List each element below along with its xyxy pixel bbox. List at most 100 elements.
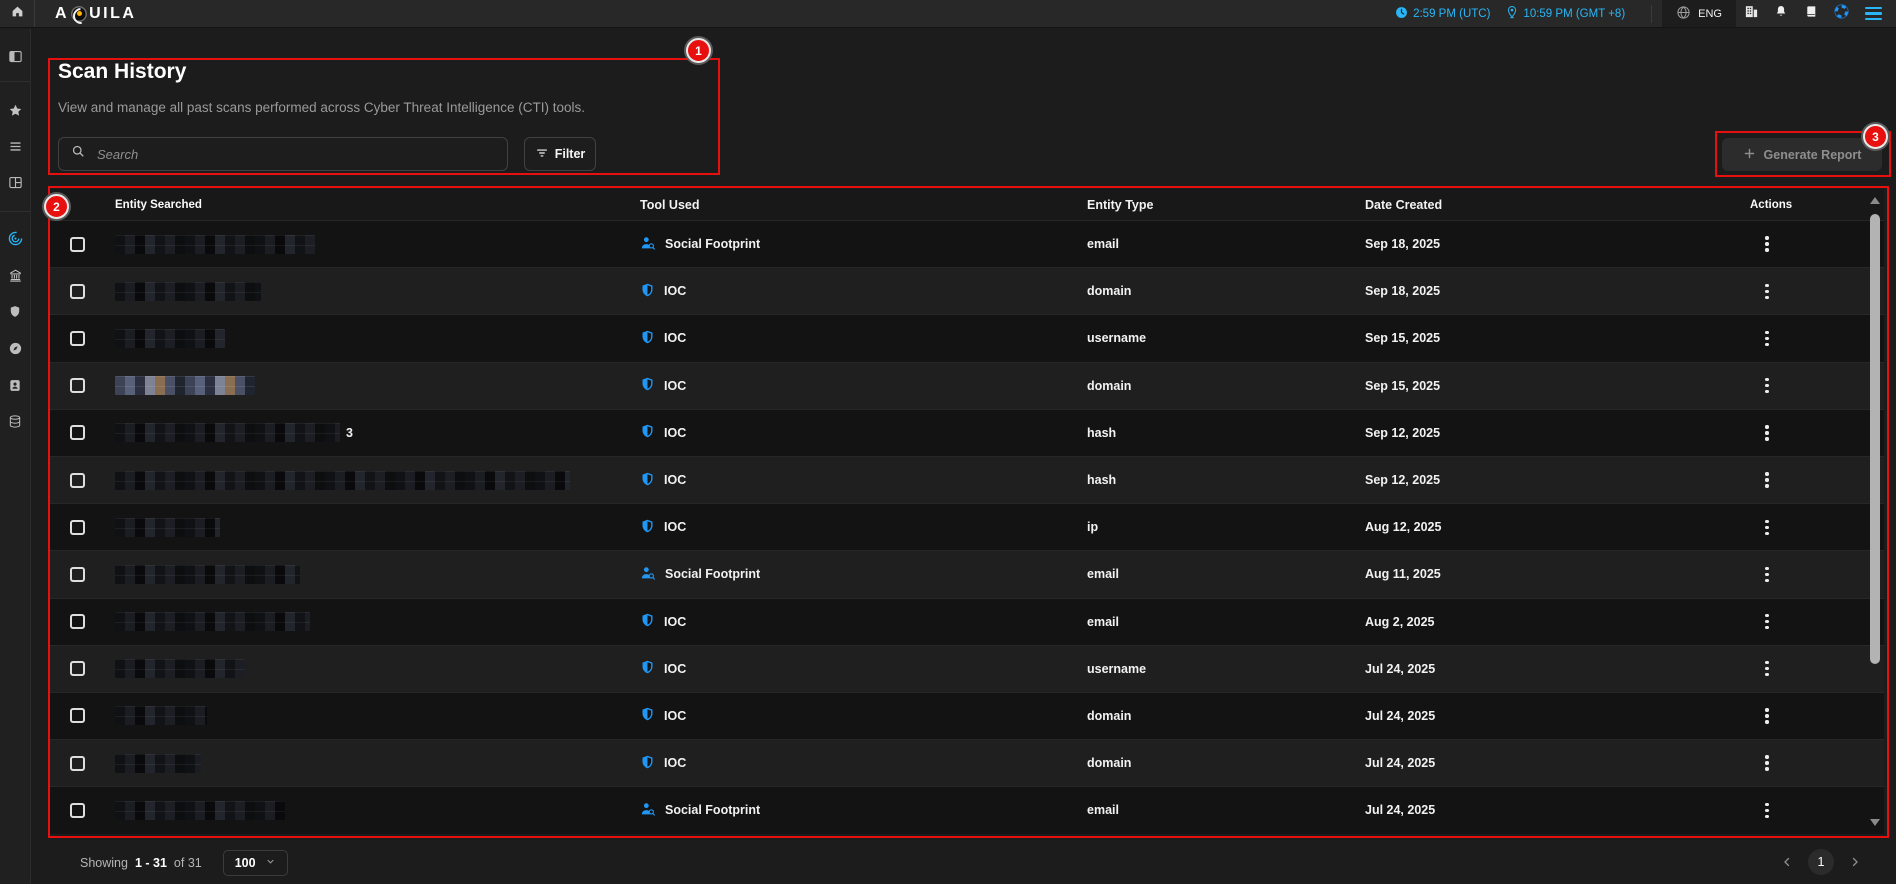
row-actions-kebab[interactable]	[1765, 337, 1768, 340]
table-row[interactable]: IOC username Sep 15, 2025	[50, 314, 1884, 361]
redacted-entity	[115, 612, 310, 631]
generate-report-label: Generate Report	[1764, 148, 1862, 162]
ioc-shield-icon	[640, 376, 655, 395]
table-row[interactable]: IOC domain Sep 15, 2025	[50, 362, 1884, 409]
row-checkbox[interactable]	[70, 708, 85, 723]
support-button[interactable]	[1826, 0, 1856, 27]
table-row[interactable]: IOC domain Jul 24, 2025	[50, 739, 1884, 786]
table-row[interactable]: IOC domain Jul 24, 2025	[50, 692, 1884, 739]
row-actions-kebab[interactable]	[1765, 714, 1768, 717]
redacted-entity	[115, 801, 285, 820]
sidebar-item-panel-toggle[interactable]	[0, 43, 30, 69]
row-actions-kebab[interactable]	[1765, 667, 1768, 670]
sidebar-item-database[interactable]	[0, 408, 30, 434]
table-row[interactable]: IOC username Jul 24, 2025	[50, 645, 1884, 692]
globe-icon	[1676, 5, 1691, 23]
search-bar[interactable]	[58, 137, 508, 171]
sidebar-item-compass[interactable]	[0, 335, 30, 361]
redacted-entity	[115, 659, 245, 678]
search-input[interactable]	[95, 146, 495, 163]
row-checkbox[interactable]	[70, 614, 85, 629]
row-checkbox[interactable]	[70, 473, 85, 488]
table-row[interactable]: Social Footprint email Sep 18, 2025	[50, 220, 1884, 267]
row-checkbox[interactable]	[70, 567, 85, 582]
table-header-row: Entity Searched Tool Used Entity Type Da…	[50, 189, 1884, 220]
table-row[interactable]: 3 IOC hash Sep 12, 2025	[50, 409, 1884, 456]
row-actions-kebab[interactable]	[1765, 478, 1768, 481]
row-actions-kebab[interactable]	[1765, 526, 1768, 529]
row-actions-kebab[interactable]	[1765, 431, 1768, 434]
row-actions-kebab[interactable]	[1765, 573, 1768, 576]
sidebar-item-shield[interactable]	[0, 298, 30, 324]
sidebar-item-favorites[interactable]	[0, 97, 30, 123]
filter-icon	[535, 146, 549, 163]
entity-type: username	[1087, 331, 1365, 345]
date-created: Aug 12, 2025	[1365, 520, 1750, 534]
clock-icon	[1395, 6, 1408, 22]
language-label: ENG	[1698, 8, 1722, 20]
row-checkbox[interactable]	[70, 331, 85, 346]
row-checkbox[interactable]	[70, 378, 85, 393]
brand-rest: UILA	[89, 5, 136, 23]
row-checkbox[interactable]	[70, 756, 85, 771]
row-actions-kebab[interactable]	[1765, 384, 1768, 387]
tool-label: IOC	[664, 662, 686, 676]
table-row[interactable]: IOC email Aug 2, 2025	[50, 598, 1884, 645]
home-button[interactable]	[0, 0, 35, 27]
filter-button[interactable]: Filter	[524, 137, 596, 171]
row-actions-kebab[interactable]	[1765, 242, 1768, 245]
table-row[interactable]: IOC domain Sep 18, 2025	[50, 267, 1884, 314]
tool-label: IOC	[664, 331, 686, 345]
date-created: Sep 15, 2025	[1365, 331, 1750, 345]
brand-logo[interactable]: AAQUILAUILA	[55, 5, 136, 23]
notifications-button[interactable]	[1766, 0, 1796, 27]
bell-icon	[1774, 4, 1788, 24]
row-checkbox[interactable]	[70, 803, 85, 818]
page-subtitle: View and manage all past scans performed…	[58, 100, 585, 115]
row-actions-kebab[interactable]	[1765, 290, 1768, 293]
row-checkbox[interactable]	[70, 237, 85, 252]
scrollbar-down-arrow-icon[interactable]	[1870, 819, 1880, 826]
hamburger-menu-button[interactable]	[1856, 0, 1890, 27]
row-checkbox[interactable]	[70, 520, 85, 535]
entity-type: email	[1087, 237, 1365, 251]
row-actions-kebab[interactable]	[1765, 620, 1768, 623]
next-page-button[interactable]	[1846, 849, 1864, 875]
page-title: Scan History	[58, 60, 186, 84]
sidebar-item-institution[interactable]	[0, 262, 30, 288]
row-checkbox[interactable]	[70, 425, 85, 440]
entity-type: username	[1087, 662, 1365, 676]
row-checkbox[interactable]	[70, 284, 85, 299]
sidebar-item-menu[interactable]	[0, 133, 30, 159]
ioc-shield-icon	[640, 706, 655, 725]
sidebar-divider	[0, 81, 30, 82]
page-size-select[interactable]: 100	[223, 850, 288, 876]
table-row[interactable]: Social Footprint email Aug 11, 2025	[50, 550, 1884, 597]
date-created: Jul 24, 2025	[1365, 662, 1750, 676]
generate-report-button[interactable]: Generate Report	[1722, 138, 1882, 171]
language-selector[interactable]: ENG	[1662, 0, 1736, 27]
row-checkbox[interactable]	[70, 661, 85, 676]
table-row[interactable]: IOC hash Sep 12, 2025	[50, 456, 1884, 503]
column-header-tool-used: Tool Used	[640, 198, 1087, 212]
filter-label: Filter	[555, 147, 586, 161]
sidebar-item-cti-active[interactable]	[0, 225, 30, 251]
organization-button[interactable]	[1736, 0, 1766, 27]
current-page-button[interactable]: 1	[1808, 849, 1834, 875]
hamburger-menu-icon	[1865, 7, 1882, 10]
redacted-entity	[115, 423, 340, 442]
topbar-divider	[1651, 5, 1652, 23]
sidebar-item-identity[interactable]	[0, 372, 30, 398]
documentation-button[interactable]	[1796, 0, 1826, 27]
building-icon	[1744, 4, 1759, 24]
table-row[interactable]: IOC ip Aug 12, 2025	[50, 503, 1884, 550]
table-scrollbar[interactable]	[1868, 193, 1882, 830]
table-row[interactable]: Social Footprint email Jul 24, 2025	[50, 786, 1884, 833]
scrollbar-thumb[interactable]	[1870, 214, 1880, 664]
scrollbar-up-arrow-icon[interactable]	[1870, 197, 1880, 204]
sidebar-item-layout[interactable]	[0, 169, 30, 195]
entity-type: domain	[1087, 284, 1365, 298]
previous-page-button[interactable]	[1778, 849, 1796, 875]
row-actions-kebab[interactable]	[1765, 809, 1768, 812]
row-actions-kebab[interactable]	[1765, 761, 1768, 764]
